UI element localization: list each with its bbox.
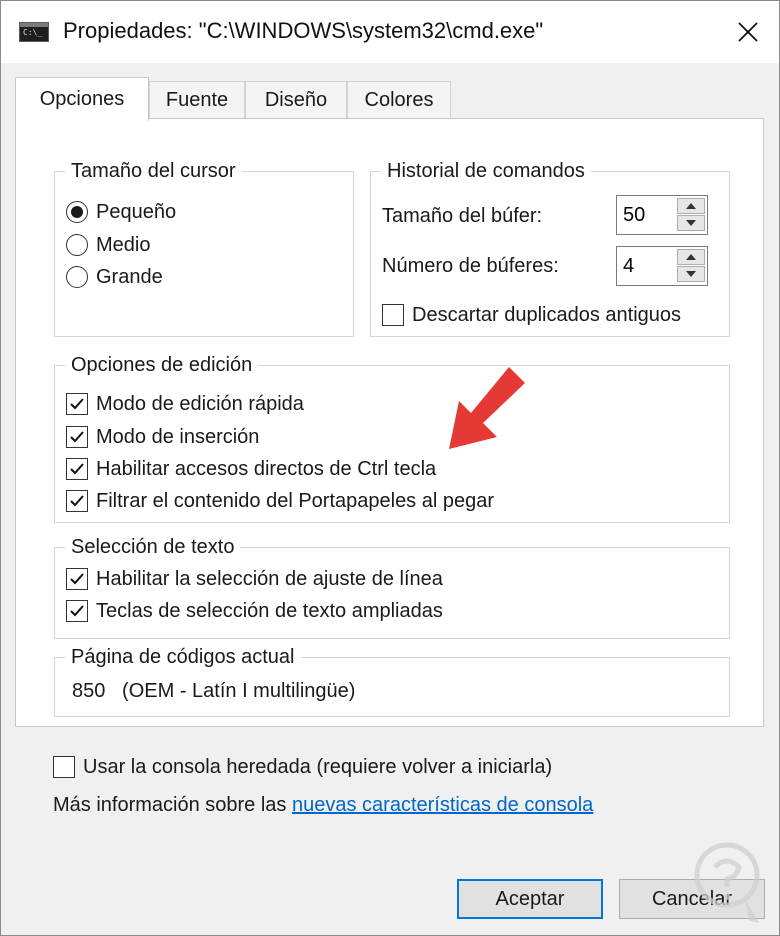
extended-selection-keys-label: Teclas de selección de texto ampliadas [96,599,443,622]
legacy-console-label: Usar la consola heredada (requiere volve… [83,755,553,778]
radio-selected-icon[interactable] [66,201,88,223]
radio-icon[interactable] [66,234,88,256]
insert-mode-option[interactable]: Modo de inserción [66,422,259,452]
new-console-features-link[interactable]: nuevas características de consola [292,794,593,817]
buffer-count-input[interactable] [617,247,675,285]
buffer-count-label: Número de búferes: [382,254,559,277]
tab-diseno[interactable]: Diseño [245,81,347,119]
checkbox-unchecked-icon[interactable] [382,304,404,326]
cursor-option-large[interactable]: Grande [66,262,163,292]
cursor-option-small-label: Pequeño [96,200,177,223]
chevron-up-icon [686,203,696,209]
close-button[interactable] [727,13,769,51]
line-wrap-selection-label: Habilitar la selección de ajuste de líne… [96,567,443,590]
ctrl-shortcuts-label: Habilitar accesos directos de Ctrl tecla [96,457,437,480]
buffer-size-input[interactable] [617,196,675,234]
spin-down-button[interactable] [677,215,705,231]
tab-opciones[interactable]: Opciones [15,77,149,121]
chevron-down-icon [686,271,696,277]
options-tab-panel: Tamaño del cursor Pequeño Medio Grande H… [15,118,764,727]
buffer-size-label: Tamaño del búfer: [382,204,543,227]
checkbox-checked-icon[interactable] [66,393,88,415]
cursor-option-small[interactable]: Pequeño [66,197,176,227]
more-info-text: Más información sobre las [53,793,292,816]
cursor-option-medium-label: Medio [96,233,151,256]
checkbox-checked-icon[interactable] [66,458,88,480]
quick-edit-label: Modo de edición rápida [96,392,304,415]
checkbox-checked-icon[interactable] [66,426,88,448]
spin-up-button[interactable] [677,249,705,265]
chevron-down-icon [686,220,696,226]
legacy-console-option[interactable]: Usar la consola heredada (requiere volve… [53,752,552,782]
red-arrow-annotation-icon [449,367,525,449]
console-app-icon: C:\_ [19,22,49,42]
spin-up-button[interactable] [677,198,705,214]
text-selection-legend: Selección de texto [71,536,235,558]
properties-dialog: C:\_ Propiedades: "C:\WINDOWS\system32\c… [0,0,780,936]
close-icon [738,22,758,42]
checkbox-checked-icon[interactable] [66,600,88,622]
radio-icon[interactable] [66,266,88,288]
cursor-option-large-label: Grande [96,265,163,288]
ctrl-shortcuts-option[interactable]: Habilitar accesos directos de Ctrl tecla [66,454,436,484]
watermark-logo-icon [694,842,760,923]
checkbox-checked-icon[interactable] [66,490,88,512]
buffer-count-spinner[interactable] [616,246,708,286]
ok-button[interactable]: Aceptar [457,879,603,919]
more-info-line: Más información sobre las nuevas caracte… [53,790,593,820]
line-wrap-selection-option[interactable]: Habilitar la selección de ajuste de líne… [66,564,443,594]
edit-options-legend: Opciones de edición [71,354,253,376]
filter-clipboard-label: Filtrar el contenido del Portapapeles al… [96,489,495,512]
checkbox-unchecked-icon[interactable] [53,756,75,778]
cursor-size-legend: Tamaño del cursor [71,160,236,182]
command-history-legend: Historial de comandos [387,160,585,182]
buffer-size-spinner[interactable] [616,195,708,235]
extended-selection-keys-option[interactable]: Teclas de selección de texto ampliadas [66,596,443,626]
discard-duplicates-label: Descartar duplicados antiguos [412,303,682,326]
checkbox-checked-icon[interactable] [66,568,88,590]
chevron-up-icon [686,254,696,260]
discard-duplicates-option[interactable]: Descartar duplicados antiguos [382,300,681,330]
spin-down-button[interactable] [677,266,705,282]
insert-mode-label: Modo de inserción [96,425,260,448]
window-title: Propiedades: "C:\WINDOWS\system32\cmd.ex… [63,18,544,43]
tab-fuente[interactable]: Fuente [149,81,245,119]
tab-colores[interactable]: Colores [347,81,451,119]
filter-clipboard-option[interactable]: Filtrar el contenido del Portapapeles al… [66,486,494,516]
quick-edit-option[interactable]: Modo de edición rápida [66,389,304,419]
console-app-icon-label: C:\_ [23,28,43,37]
code-page-legend: Página de códigos actual [71,646,295,668]
cursor-option-medium[interactable]: Medio [66,230,150,260]
title-bar[interactable]: C:\_ Propiedades: "C:\WINDOWS\system32\c… [1,1,779,63]
code-page-value: 850 (OEM - Latín I multilingüe) [72,679,356,702]
